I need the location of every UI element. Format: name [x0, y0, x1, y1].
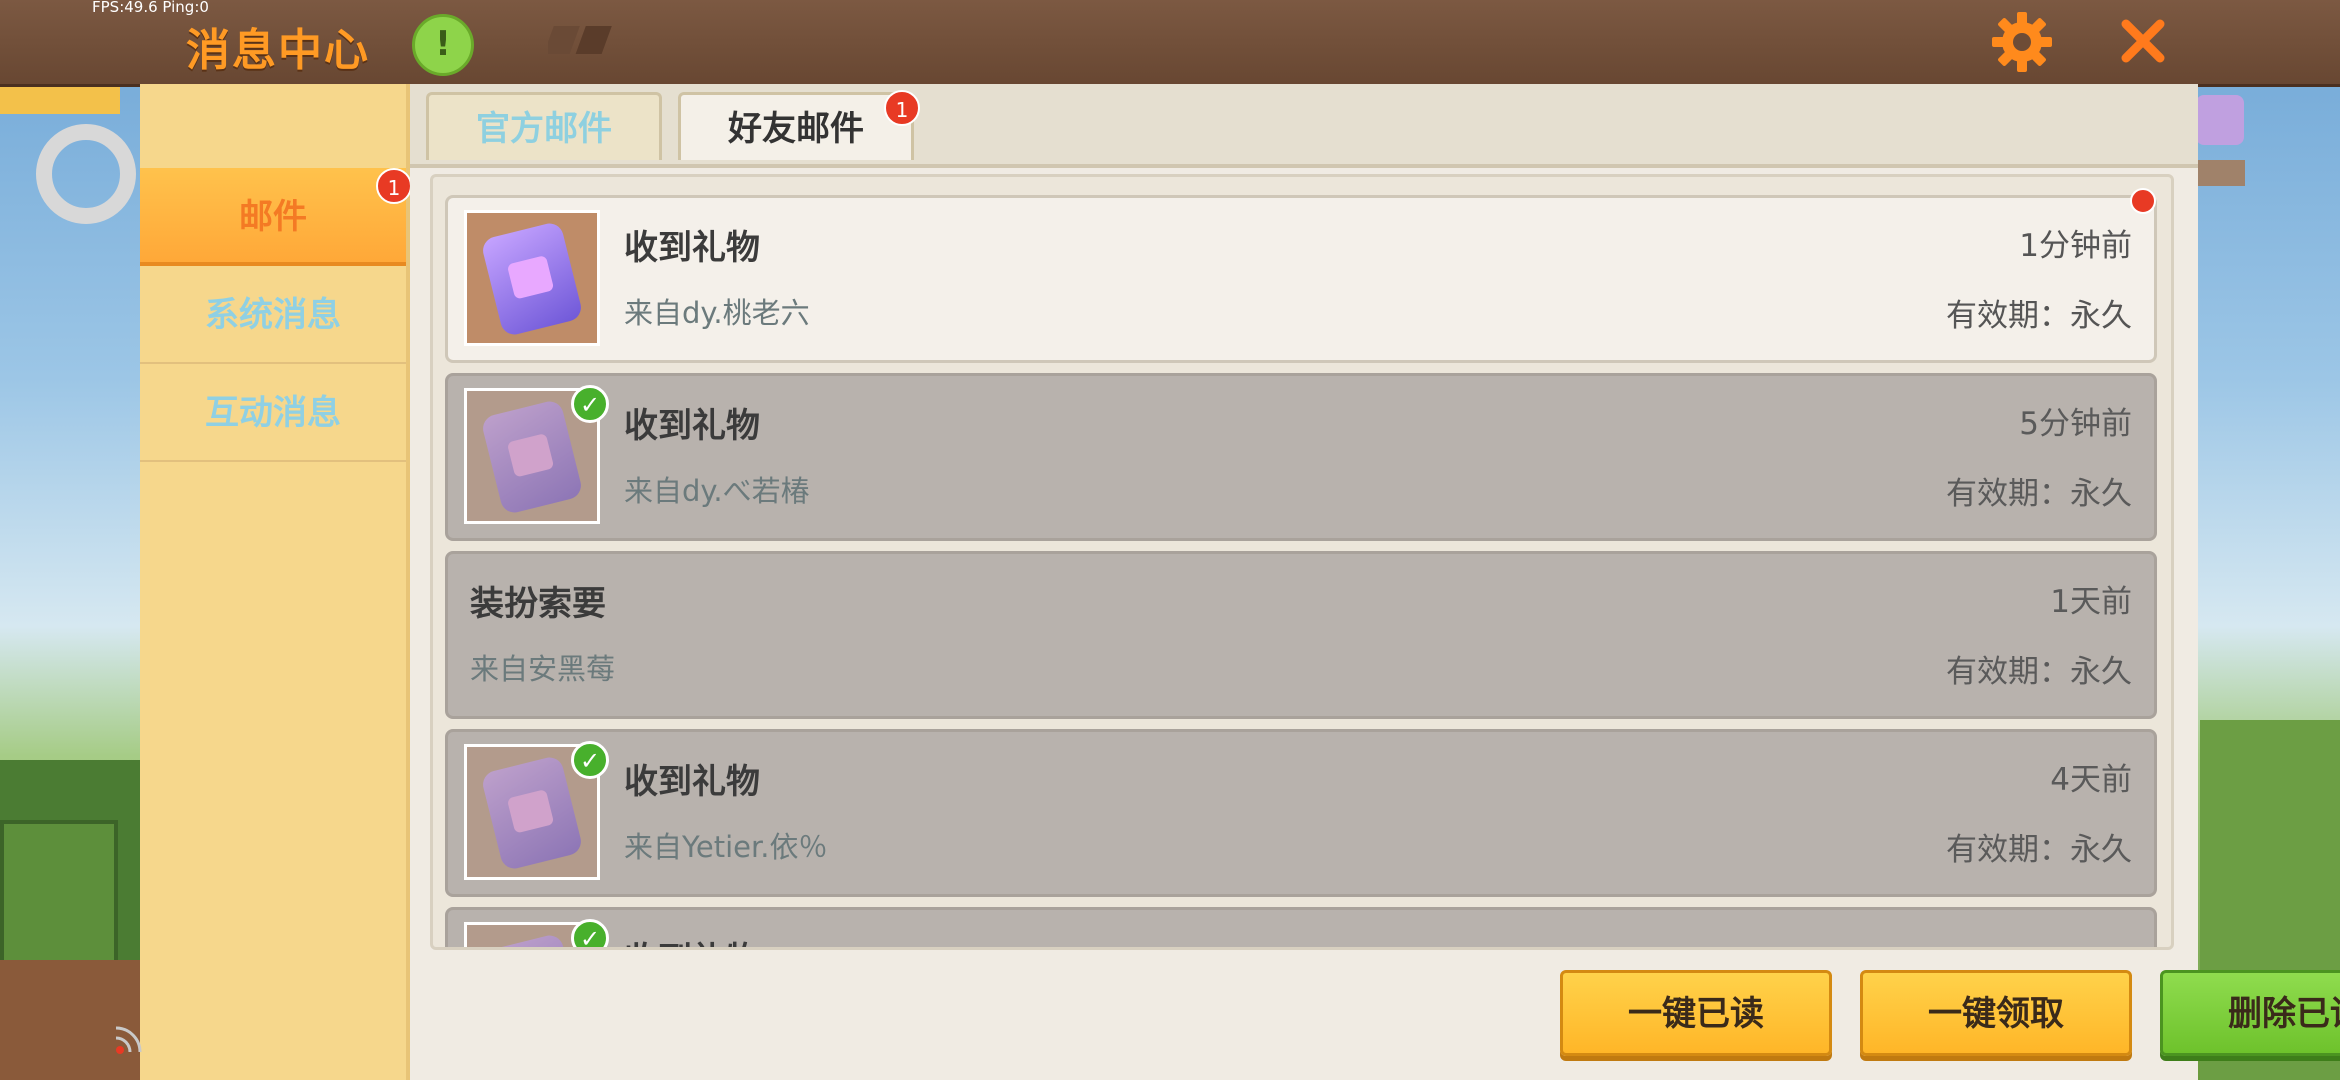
- background-tag: [2190, 160, 2245, 186]
- background-block: [0, 820, 118, 968]
- sidebar-item-label: 邮件: [239, 197, 307, 237]
- mail-time: 4天前: [2050, 762, 2132, 798]
- gift-icon: [480, 398, 584, 516]
- sidebar-item-interaction-messages[interactable]: 互动消息: [140, 364, 406, 462]
- mail-validity: 有效期：永久: [1946, 832, 2132, 868]
- tab-bar: 官方邮件 好友邮件 1: [410, 84, 2198, 168]
- mail-item[interactable]: 装扮索要 来自安黑莓 1天前 有效期：永久: [445, 551, 2157, 719]
- mail-title: 收到礼物: [624, 406, 760, 446]
- mail-sender: 来自安黑莓: [470, 652, 616, 686]
- mail-sender: 来自Yetier.依％: [624, 830, 828, 864]
- check-icon: ✓: [571, 385, 609, 423]
- sidebar: 邮件 1 系统消息 互动消息: [140, 84, 412, 1080]
- sidebar-item-label: 互动消息: [205, 393, 341, 433]
- mail-time: 1分钟前: [2019, 228, 2132, 264]
- mail-content: 官方邮件 好友邮件 1 收到礼物 来自dy.桃老六 1分钟前 有效期：永久 ✓: [410, 84, 2340, 1080]
- mail-validity: 有效期：永久: [1946, 298, 2132, 334]
- gear-icon[interactable]: [1990, 10, 2054, 74]
- claim-all-button[interactable]: 一键领取: [1860, 970, 2132, 1056]
- signal-icon: [115, 1026, 142, 1054]
- mail-title: 收到礼物: [624, 228, 760, 268]
- mail-sender: 来自dy.べ若椿: [624, 474, 810, 508]
- background-avatar: [2196, 95, 2244, 145]
- mail-item[interactable]: 收到礼物 来自dy.桃老六 1分钟前 有效期：永久: [445, 188, 2157, 363]
- mail-validity: 有效期：永久: [1946, 476, 2132, 512]
- page-title: 消息中心: [186, 25, 370, 76]
- gift-thumbnail: ✓: [464, 741, 609, 880]
- background-block: [0, 960, 160, 1080]
- mail-time: 5分钟前: [2019, 406, 2132, 442]
- mail-sender: 来自dy.桃老六: [624, 296, 810, 330]
- tab-official-mail[interactable]: 官方邮件: [426, 92, 662, 160]
- sidebar-item-mail[interactable]: 邮件: [140, 168, 406, 266]
- mail-item[interactable]: ✓ 收到礼物 来自Yetier.依％ 4天前 有效期：永久: [445, 729, 2157, 897]
- mail-item[interactable]: ✓ 收到礼物 来自dy.べ若椿 5分钟前 有效期：永久: [445, 373, 2157, 541]
- mail-title: 装扮索要: [470, 584, 606, 624]
- gift-icon: [480, 754, 584, 872]
- mail-title: 收到礼物: [624, 932, 760, 947]
- tab-friend-mail[interactable]: 好友邮件: [678, 92, 914, 160]
- mail-list[interactable]: 收到礼物 来自dy.桃老六 1分钟前 有效期：永久 ✓ 收到礼物 来自dy.べ若…: [430, 174, 2174, 950]
- gift-thumbnail: [464, 210, 600, 346]
- background-strip: [0, 84, 120, 114]
- gift-icon: [480, 932, 584, 947]
- mail-title: 收到礼物: [624, 762, 760, 802]
- delete-read-button[interactable]: 删除已读: [2160, 970, 2340, 1056]
- mail-validity: 有效期：永久: [1946, 654, 2132, 690]
- mail-time: 1天前: [2050, 584, 2132, 620]
- exclamation-icon[interactable]: !: [412, 14, 474, 76]
- friend-mail-badge: 1: [884, 90, 920, 126]
- decorative-squares-icon: [548, 26, 612, 54]
- gift-thumbnail: ✓: [464, 385, 609, 524]
- gift-thumbnail: ✓: [464, 919, 609, 947]
- sidebar-item-label: 系统消息: [205, 295, 341, 335]
- mail-item[interactable]: ✓ 收到礼物: [445, 907, 2157, 947]
- sidebar-mail-badge: 1: [376, 168, 412, 204]
- gift-icon: [480, 220, 584, 338]
- record-ring-icon[interactable]: [36, 124, 136, 224]
- unread-dot: [2130, 188, 2156, 214]
- header-bar: FPS:49.6 Ping:0 消息中心 !: [0, 0, 2340, 87]
- check-icon: ✓: [571, 741, 609, 779]
- mark-all-read-button[interactable]: 一键已读: [1560, 970, 1832, 1056]
- check-icon: ✓: [571, 919, 609, 947]
- message-panel: 邮件 1 系统消息 互动消息 官方邮件 好友邮件 1 收到礼物 来自dy.桃老六…: [140, 84, 2340, 1080]
- sidebar-item-system-messages[interactable]: 系统消息: [140, 266, 406, 364]
- close-icon[interactable]: [2118, 16, 2168, 66]
